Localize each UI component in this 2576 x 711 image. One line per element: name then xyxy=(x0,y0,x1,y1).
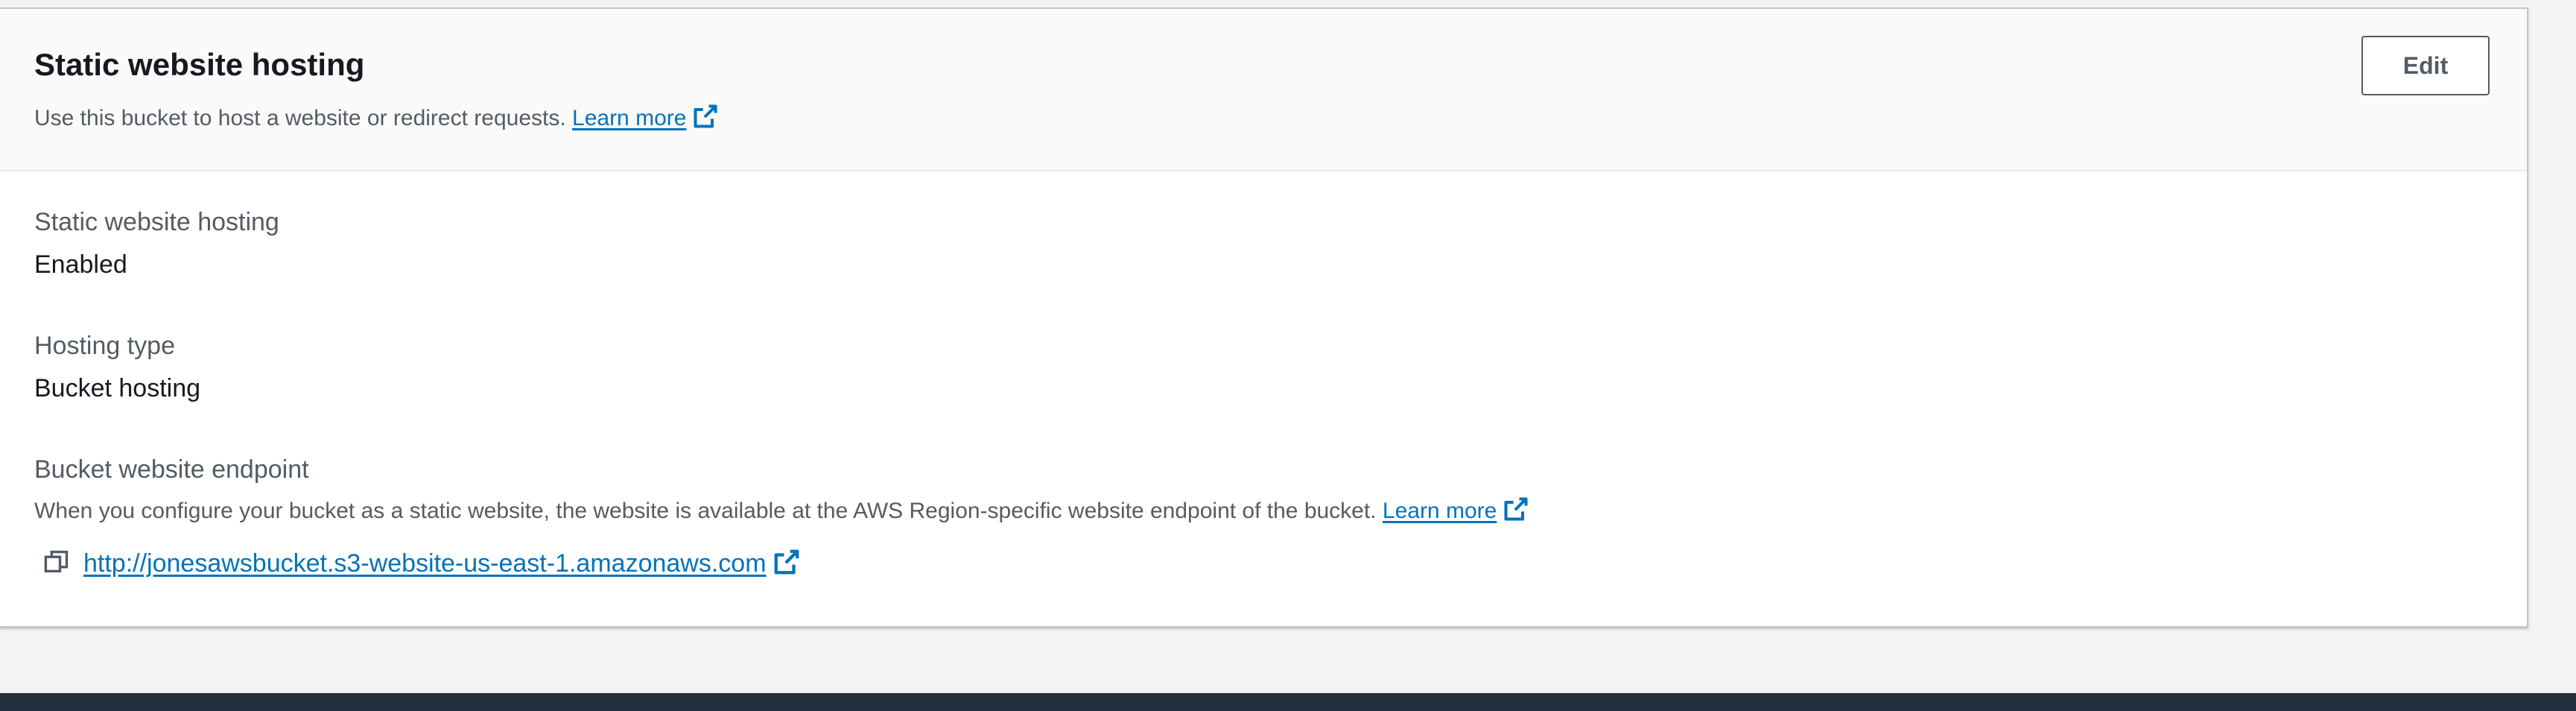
field-value-status: Enabled xyxy=(34,250,127,279)
field-value-hosting-type: Bucket hosting xyxy=(34,373,201,402)
endpoint-url-link[interactable]: http://jonesawsbucket.s3-website-us-east… xyxy=(83,549,767,578)
copy-icon[interactable] xyxy=(43,549,70,579)
header-learn-more-label: Learn more xyxy=(572,106,687,130)
endpoint-url: http://jonesawsbucket.s3-website-us-east… xyxy=(83,549,767,578)
edit-button[interactable]: Edit xyxy=(2361,36,2490,95)
field-static-website-hosting: Static website hosting Enabled xyxy=(34,207,279,280)
static-website-hosting-panel: Static website hosting Use this bucket t… xyxy=(0,7,2528,628)
endpoint-row: http://jonesawsbucket.s3-website-us-east… xyxy=(34,548,1529,580)
endpoint-description: When you configure your bucket as a stat… xyxy=(34,496,1529,530)
external-link-icon[interactable] xyxy=(1503,496,1529,530)
footer-bar xyxy=(0,693,2576,711)
header-learn-more-link[interactable]: Learn more xyxy=(572,106,686,130)
panel-title: Static website hosting xyxy=(34,47,365,82)
field-hosting-type: Hosting type Bucket hosting xyxy=(34,331,200,404)
endpoint-description-text: When you configure your bucket as a stat… xyxy=(34,498,1377,523)
field-label: Hosting type xyxy=(34,332,175,360)
panel-description: Use this bucket to host a website or red… xyxy=(34,103,719,137)
panel-header: Static website hosting Use this bucket t… xyxy=(0,9,2527,171)
panel-description-text: Use this bucket to host a website or red… xyxy=(34,106,566,130)
field-bucket-website-endpoint: Bucket website endpoint When you configu… xyxy=(34,455,1529,580)
endpoint-learn-more-label: Learn more xyxy=(1382,498,1497,523)
external-link-icon[interactable] xyxy=(692,103,719,137)
field-label: Static website hosting xyxy=(34,208,279,236)
external-link-icon[interactable] xyxy=(773,548,801,580)
endpoint-learn-more-link[interactable]: Learn more xyxy=(1383,499,1497,523)
field-label: Bucket website endpoint xyxy=(34,455,309,484)
